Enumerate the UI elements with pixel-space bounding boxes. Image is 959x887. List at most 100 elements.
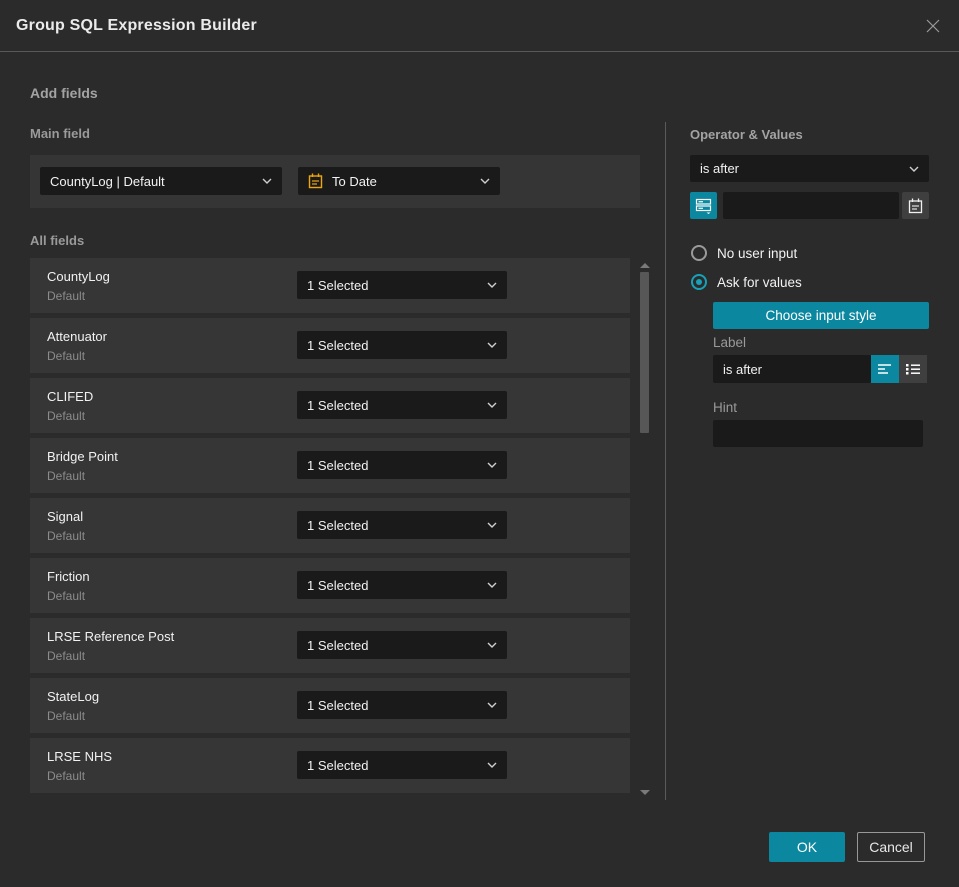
calendar-icon bbox=[908, 198, 923, 213]
field-name: CountyLog bbox=[47, 269, 110, 284]
chevron-down-icon bbox=[487, 582, 497, 588]
vertical-divider bbox=[665, 122, 666, 800]
field-selection-dropdown[interactable]: 1 Selected bbox=[297, 751, 507, 779]
dialog-header: Group SQL Expression Builder bbox=[0, 0, 959, 52]
main-field-label: Main field bbox=[30, 126, 90, 141]
field-selection-value: 1 Selected bbox=[307, 397, 369, 413]
field-name: Friction bbox=[47, 569, 90, 584]
chevron-down-icon bbox=[487, 522, 497, 528]
list-item: Bridge Point Default 1 Selected bbox=[30, 438, 630, 493]
field-selection-value: 1 Selected bbox=[307, 757, 369, 773]
field-selection-dropdown[interactable]: 1 Selected bbox=[297, 691, 507, 719]
chevron-down-icon bbox=[487, 402, 497, 408]
field-selection-value: 1 Selected bbox=[307, 457, 369, 473]
stacked-values-icon bbox=[695, 198, 712, 214]
main-field-dropdown-value: CountyLog | Default bbox=[50, 173, 165, 189]
value-input[interactable] bbox=[723, 192, 899, 219]
field-sublabel: Default bbox=[47, 769, 86, 783]
chevron-down-icon bbox=[480, 178, 490, 184]
field-sublabel: Default bbox=[47, 589, 86, 603]
field-selection-dropdown[interactable]: 1 Selected bbox=[297, 331, 507, 359]
ok-button[interactable]: OK bbox=[769, 832, 845, 862]
main-field-panel: CountyLog | Default To Date bbox=[30, 155, 640, 208]
list-item: Friction Default 1 Selected bbox=[30, 558, 630, 613]
field-name: LRSE Reference Post bbox=[47, 629, 175, 644]
field-sublabel: Default bbox=[47, 649, 86, 663]
chevron-down-icon bbox=[487, 702, 497, 708]
field-selection-value: 1 Selected bbox=[307, 277, 369, 293]
hint-input[interactable] bbox=[713, 420, 923, 447]
field-sublabel: Default bbox=[47, 709, 86, 723]
label-field-label: Label bbox=[713, 335, 747, 350]
date-dropdown-value: To Date bbox=[332, 173, 377, 189]
field-name: LRSE NHS bbox=[47, 749, 113, 764]
radio-label: No user input bbox=[717, 245, 798, 261]
field-sublabel: Default bbox=[47, 529, 86, 543]
value-source-button[interactable] bbox=[690, 192, 717, 219]
chevron-down-icon bbox=[262, 178, 272, 184]
choose-input-style-button[interactable]: Choose input style bbox=[713, 302, 929, 329]
scrollbar-thumb[interactable] bbox=[640, 272, 649, 433]
list-icon bbox=[906, 364, 920, 375]
dialog-title: Group SQL Expression Builder bbox=[16, 16, 257, 34]
group-sql-expression-builder-dialog: Group SQL Expression Builder Add fields … bbox=[0, 0, 959, 887]
field-name: Signal bbox=[47, 509, 84, 524]
cancel-button[interactable]: Cancel bbox=[857, 832, 925, 862]
field-selection-dropdown[interactable]: 1 Selected bbox=[297, 271, 507, 299]
operator-values-heading: Operator & Values bbox=[690, 127, 803, 142]
field-name: Bridge Point bbox=[47, 449, 118, 464]
list-item: CountyLog Default 1 Selected bbox=[30, 258, 630, 313]
close-icon[interactable] bbox=[923, 16, 943, 36]
chevron-down-icon bbox=[487, 642, 497, 648]
list-item: StateLog Default 1 Selected bbox=[30, 678, 630, 733]
field-selection-value: 1 Selected bbox=[307, 577, 369, 593]
calendar-icon bbox=[308, 173, 323, 189]
list-style-button[interactable] bbox=[899, 355, 927, 383]
list-item: CLIFED Default 1 Selected bbox=[30, 378, 630, 433]
field-sublabel: Default bbox=[47, 409, 86, 423]
chevron-down-icon bbox=[487, 342, 497, 348]
label-input[interactable] bbox=[713, 355, 871, 383]
radio-icon bbox=[691, 245, 707, 261]
field-selection-dropdown[interactable]: 1 Selected bbox=[297, 391, 507, 419]
field-selection-value: 1 Selected bbox=[307, 637, 369, 653]
field-selection-dropdown[interactable]: 1 Selected bbox=[297, 511, 507, 539]
operator-dropdown-value: is after bbox=[700, 161, 740, 176]
chevron-down-icon bbox=[487, 462, 497, 468]
radio-ask-for-values[interactable]: Ask for values bbox=[691, 274, 802, 290]
operator-dropdown[interactable]: is after bbox=[690, 155, 929, 182]
single-line-style-button[interactable] bbox=[871, 355, 899, 383]
all-fields-list: CountyLog Default 1 Selected Attenuator … bbox=[30, 258, 630, 798]
field-selection-value: 1 Selected bbox=[307, 337, 369, 353]
chevron-down-icon bbox=[487, 282, 497, 288]
date-picker-button[interactable] bbox=[902, 192, 929, 219]
field-selection-dropdown[interactable]: 1 Selected bbox=[297, 571, 507, 599]
field-name: CLIFED bbox=[47, 389, 94, 404]
list-item: LRSE NHS Default 1 Selected bbox=[30, 738, 630, 793]
list-item: Attenuator Default 1 Selected bbox=[30, 318, 630, 373]
field-sublabel: Default bbox=[47, 289, 86, 303]
field-sublabel: Default bbox=[47, 469, 86, 483]
align-left-icon bbox=[878, 364, 891, 374]
radio-icon bbox=[691, 274, 707, 290]
main-field-dropdown[interactable]: CountyLog | Default bbox=[40, 167, 282, 195]
field-selection-value: 1 Selected bbox=[307, 517, 369, 533]
field-selection-dropdown[interactable]: 1 Selected bbox=[297, 451, 507, 479]
scroll-up-icon[interactable] bbox=[640, 263, 650, 268]
list-item: Signal Default 1 Selected bbox=[30, 498, 630, 553]
field-sublabel: Default bbox=[47, 349, 86, 363]
scroll-down-icon[interactable] bbox=[640, 790, 650, 795]
all-fields-label: All fields bbox=[30, 233, 85, 248]
chevron-down-icon bbox=[909, 166, 919, 172]
hint-field-label: Hint bbox=[713, 400, 738, 415]
radio-no-user-input[interactable]: No user input bbox=[691, 245, 797, 261]
field-selection-dropdown[interactable]: 1 Selected bbox=[297, 631, 507, 659]
radio-label: Ask for values bbox=[717, 274, 802, 290]
field-selection-value: 1 Selected bbox=[307, 697, 369, 713]
date-field-dropdown[interactable]: To Date bbox=[298, 167, 500, 195]
add-fields-heading: Add fields bbox=[30, 85, 98, 101]
chevron-down-icon bbox=[487, 762, 497, 768]
field-name: StateLog bbox=[47, 689, 100, 704]
field-name: Attenuator bbox=[47, 329, 107, 344]
list-item: LRSE Reference Post Default 1 Selected bbox=[30, 618, 630, 673]
